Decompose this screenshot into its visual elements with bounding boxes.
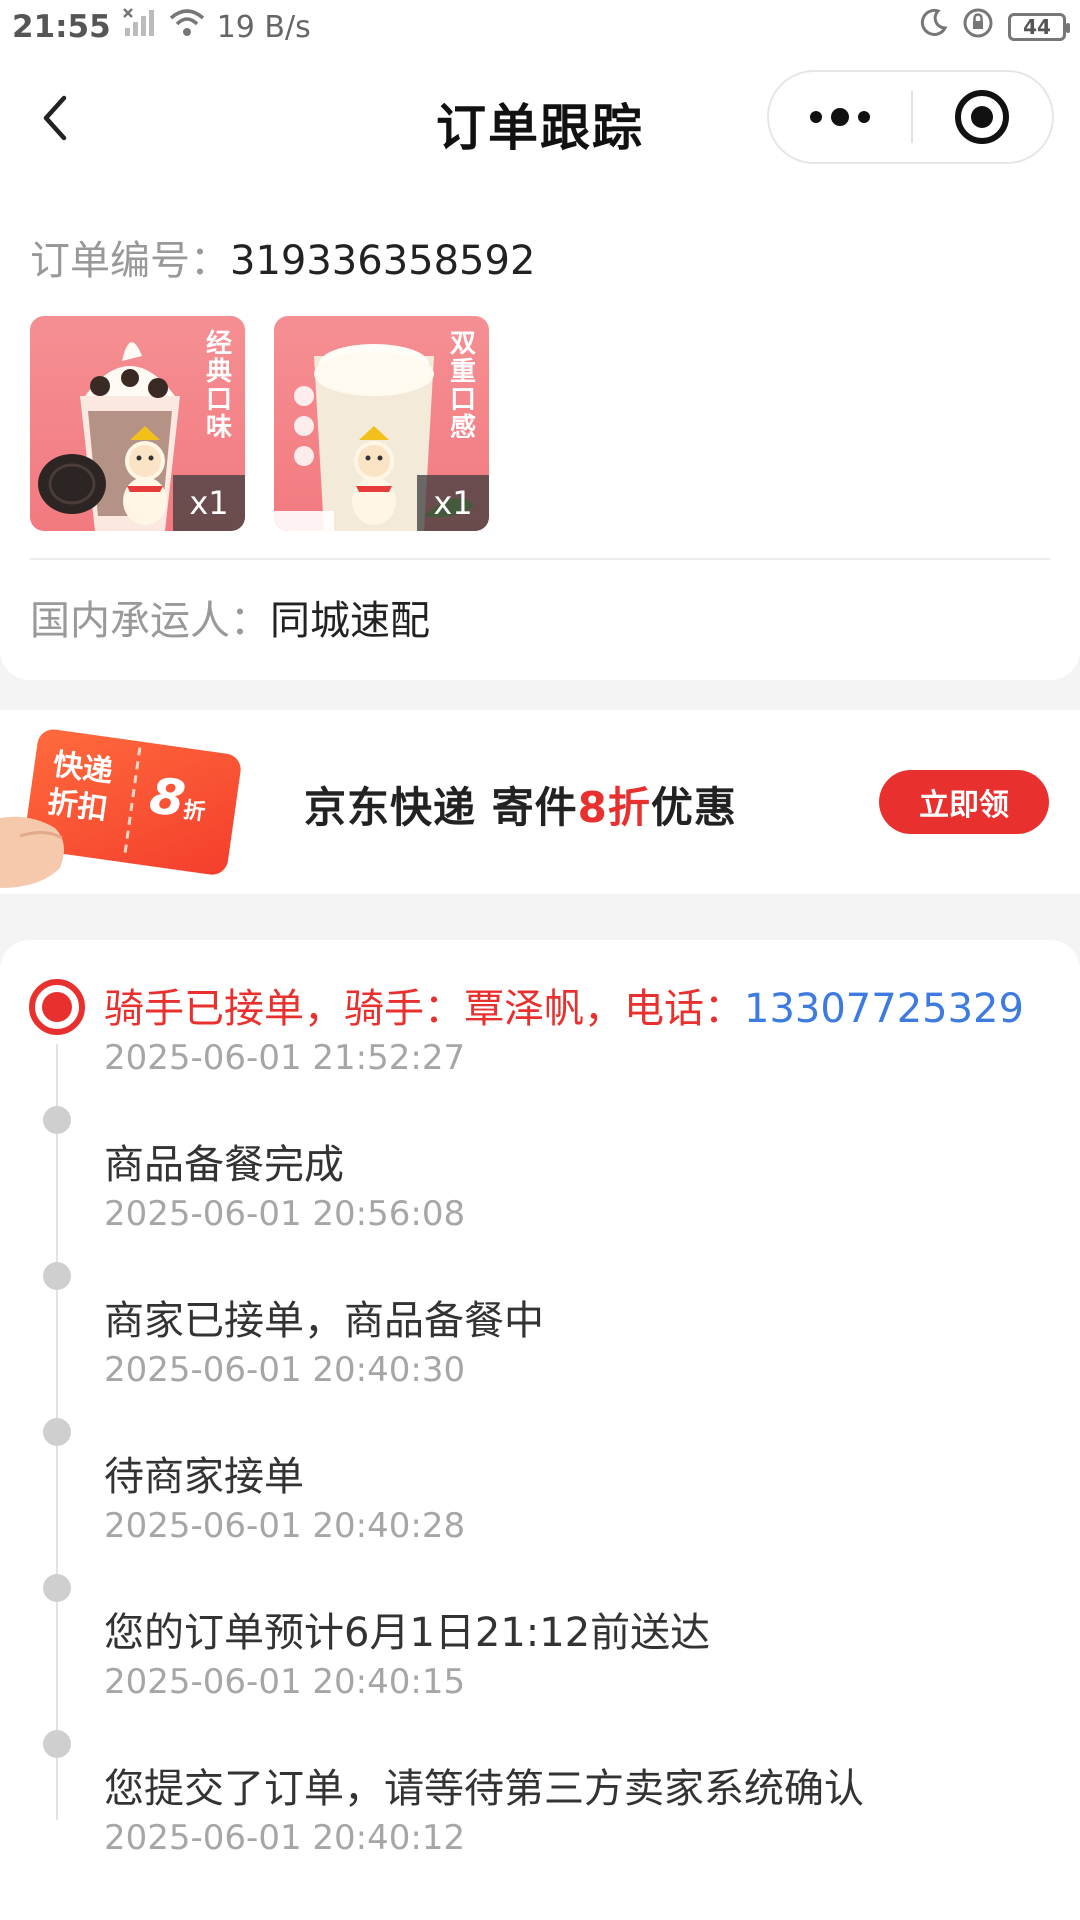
double-texture-vertical-text: 双 重 口 感: [450, 329, 476, 438]
timeline-active-dot-icon: [29, 979, 85, 1035]
mini-program-capsule: [767, 70, 1054, 164]
coupon-ticket-image: 快递 折扣 8折: [0, 718, 250, 888]
carrier-row: 国内承运人：同城速配: [30, 588, 430, 646]
coupon-discount-unit: 折: [181, 797, 207, 826]
status-bar: 21:55 19 B/s 44: [0, 0, 1080, 54]
more-dots-icon[interactable]: [769, 72, 911, 162]
timeline-item-time: 2025-06-01 20:56:08: [104, 1194, 466, 1234]
tracking-timeline: 骑手已接单，骑手：覃泽帆，电话：13307725329 2025-06-01 2…: [0, 940, 1080, 1920]
product-tag-char: 经: [206, 328, 232, 359]
promo-text-after: 优惠: [650, 783, 737, 832]
product-tag-char: 重: [450, 357, 476, 387]
product-quantity: x1: [417, 475, 489, 531]
timeline-item-time: 2025-06-01 20:40:15: [104, 1662, 466, 1702]
carrier-label: 国内承运人：: [30, 598, 270, 644]
timeline-item-title: 商家已接单，商品备餐中: [104, 1298, 544, 1344]
timeline-item-title: 您的订单预计6月1日21:12前送达: [104, 1610, 711, 1656]
rotation-lock-icon: [962, 7, 994, 47]
status-left: 21:55 19 B/s: [12, 8, 311, 46]
product-tag-char: 味: [206, 413, 232, 438]
moon-icon: [918, 8, 948, 46]
timeline-title-text: 骑手已接单，骑手：覃泽帆，电话：: [104, 986, 744, 1032]
status-time: 21:55: [12, 9, 111, 45]
card-divider: [30, 558, 1050, 560]
order-info-card: 订单编号：319336358592 经 典 口 味 x1 双 重 口 感 x1 …: [0, 184, 1080, 680]
carrier-value: 同城速配: [270, 598, 430, 644]
timeline-dot-icon: [43, 1730, 71, 1758]
product-tag-char: 口: [206, 385, 232, 415]
promo-banner[interactable]: 快递 折扣 8折 京东快递 寄件8折优惠 立即领: [0, 710, 1080, 894]
promo-text-highlight: 8折: [577, 783, 651, 832]
nav-bar: 订单跟踪: [0, 54, 1080, 184]
product-thumbnails: 经 典 口 味 x1 双 重 口 感 x1: [30, 316, 489, 531]
classic-flavor-vertical-text: 经 典 口 味: [206, 328, 232, 438]
battery-icon: 44: [1008, 13, 1070, 41]
promo-text-before: 京东快递 寄件: [304, 783, 578, 832]
product-tag-char: 口: [450, 385, 476, 415]
promo-text: 京东快递 寄件8折优惠: [304, 774, 737, 835]
timeline-item-title: 待商家接单: [104, 1454, 304, 1500]
timeline-item-time: 2025-06-01 20:40:28: [104, 1506, 466, 1546]
product-thumbnail[interactable]: 经 典 口 味 x1: [30, 316, 245, 531]
timeline-item-title: 您提交了订单，请等待第三方卖家系统确认: [104, 1766, 864, 1812]
wifi-icon: [169, 8, 205, 46]
signal-off-icon: [122, 8, 157, 46]
claim-now-button[interactable]: 立即领: [879, 770, 1049, 834]
order-number-value: 319336358592: [230, 238, 536, 284]
product-tag-char: 感: [450, 413, 476, 438]
product-quantity: x1: [173, 475, 245, 531]
target-icon[interactable]: [913, 72, 1052, 162]
timeline-item-time: 2025-06-01 21:52:27: [104, 1038, 466, 1078]
timeline-dot-icon: [43, 1574, 71, 1602]
order-number: 订单编号：319336358592: [30, 228, 535, 286]
coupon-ticket-discount: 8折: [146, 766, 210, 831]
product-tag-char: 双: [450, 329, 476, 359]
net-speed: 19 B/s: [216, 9, 311, 45]
rider-phone-link[interactable]: 13307725329: [744, 986, 1024, 1032]
coupon-ticket-label: 快递 折扣: [45, 746, 145, 834]
timeline-item-time: 2025-06-01 20:40:12: [104, 1818, 466, 1858]
timeline-dot-icon: [43, 1418, 71, 1446]
timeline-item-title: 商品备餐完成: [104, 1142, 344, 1188]
order-number-label: 订单编号：: [30, 238, 230, 284]
status-right: 44: [918, 7, 1070, 47]
product-thumbnail[interactable]: 双 重 口 感 x1: [274, 316, 489, 531]
timeline-item-title: 骑手已接单，骑手：覃泽帆，电话：13307725329: [104, 976, 1024, 1034]
timeline-dot-icon: [43, 1262, 71, 1290]
timeline-dot-icon: [43, 1106, 71, 1134]
product-tag-char: 典: [206, 357, 232, 387]
timeline-item-time: 2025-06-01 20:40:30: [104, 1350, 466, 1390]
